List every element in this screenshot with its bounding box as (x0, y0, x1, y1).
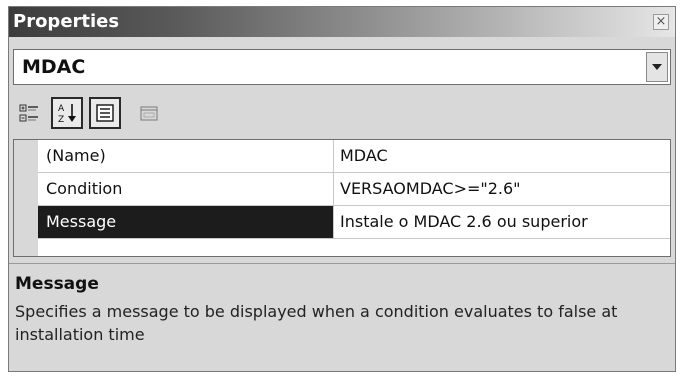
categorized-button[interactable] (13, 97, 45, 129)
title-bar: Properties × (9, 7, 675, 37)
close-icon: × (655, 14, 667, 29)
svg-text:A: A (58, 104, 65, 114)
property-value[interactable]: MDAC (334, 140, 670, 172)
property-row-name[interactable]: (Name) MDAC (38, 140, 670, 173)
close-button[interactable]: × (653, 14, 669, 30)
properties-window: Properties × MDAC A Z (Name) MDAC Condit… (8, 6, 676, 372)
description-text: Specifies a message to be displayed when… (15, 302, 618, 344)
description-title: Message (15, 274, 99, 294)
properties-icon (96, 104, 114, 122)
alphabetical-button[interactable]: A Z (51, 97, 83, 129)
svg-text:Z: Z (58, 115, 64, 125)
chevron-down-icon (652, 64, 662, 70)
properties-view-button[interactable] (89, 97, 121, 129)
categorized-icon (19, 104, 38, 122)
property-name-label: (Name) (38, 140, 334, 172)
description-pane: Message Specifies a message to be displa… (9, 263, 675, 371)
grid-gutter (14, 140, 38, 256)
object-selector-dropdown[interactable]: MDAC (13, 49, 671, 85)
property-value[interactable]: Instale o MDAC 2.6 ou superior (334, 206, 670, 238)
window-title: Properties (13, 11, 120, 32)
property-row-message[interactable]: Message Instale o MDAC 2.6 ou superior (38, 206, 670, 239)
dropdown-button[interactable] (646, 52, 668, 82)
property-value[interactable]: VERSAOMDAC>="2.6" (334, 173, 670, 205)
property-name-label: Condition (38, 173, 334, 205)
alphabetical-sort-icon: A Z (58, 104, 76, 125)
property-pages-icon (140, 106, 158, 121)
object-selector-value: MDAC (22, 56, 86, 78)
property-name-label: Message (38, 206, 334, 238)
property-row-condition[interactable]: Condition VERSAOMDAC>="2.6" (38, 173, 670, 206)
properties-toolbar: A Z (13, 93, 313, 133)
property-grid: (Name) MDAC Condition VERSAOMDAC>="2.6" … (13, 139, 671, 257)
property-pages-button[interactable] (133, 97, 165, 129)
